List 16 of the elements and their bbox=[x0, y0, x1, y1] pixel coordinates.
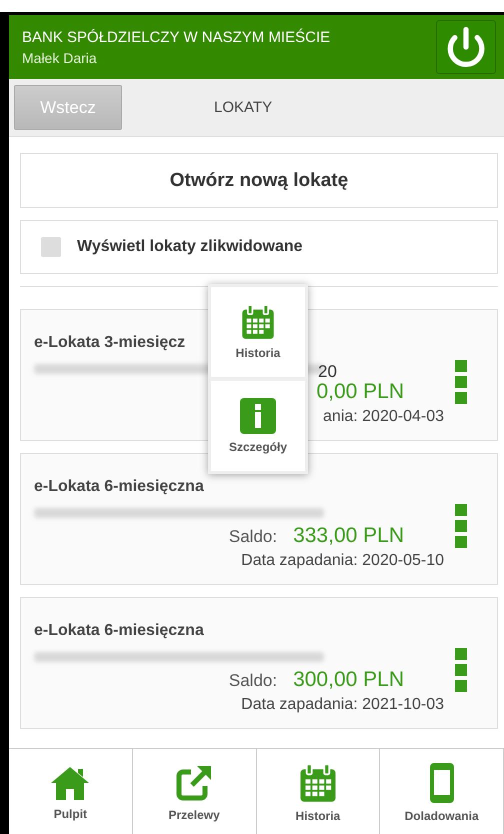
deposit-name: e-Lokata 6-miesięczna bbox=[34, 478, 204, 496]
maturity-date: Data zapadania: 2021-10-03 bbox=[241, 696, 444, 714]
maturity-date: Data zapadania: 2020-05-10 bbox=[241, 552, 444, 570]
checkbox-label: Wyświetl lokaty zlikwidowane bbox=[77, 238, 303, 256]
balance-label: Saldo: bbox=[228, 671, 278, 691]
balance-amount: 333,00 PLN bbox=[293, 524, 404, 548]
user-name: Małek Daria bbox=[22, 50, 98, 66]
balance-label: Saldo: bbox=[228, 527, 278, 547]
bank-name: BANK SPÓŁDZIELCZY W NASZYM MIEŚCIE bbox=[22, 28, 330, 46]
balance-amount: 300,00 PLN bbox=[293, 668, 404, 692]
deposit-name: e-Lokata 6-miesięczna bbox=[34, 622, 204, 640]
maturity-date: ania: 2020-04-03 bbox=[323, 408, 444, 426]
account-number-fragment: 20 bbox=[318, 362, 337, 382]
deposit-name: e-Lokata 3-miesięcz bbox=[34, 334, 186, 352]
balance-amount: 0,00 PLN bbox=[316, 380, 404, 404]
page-title: LOKATY bbox=[214, 99, 272, 116]
